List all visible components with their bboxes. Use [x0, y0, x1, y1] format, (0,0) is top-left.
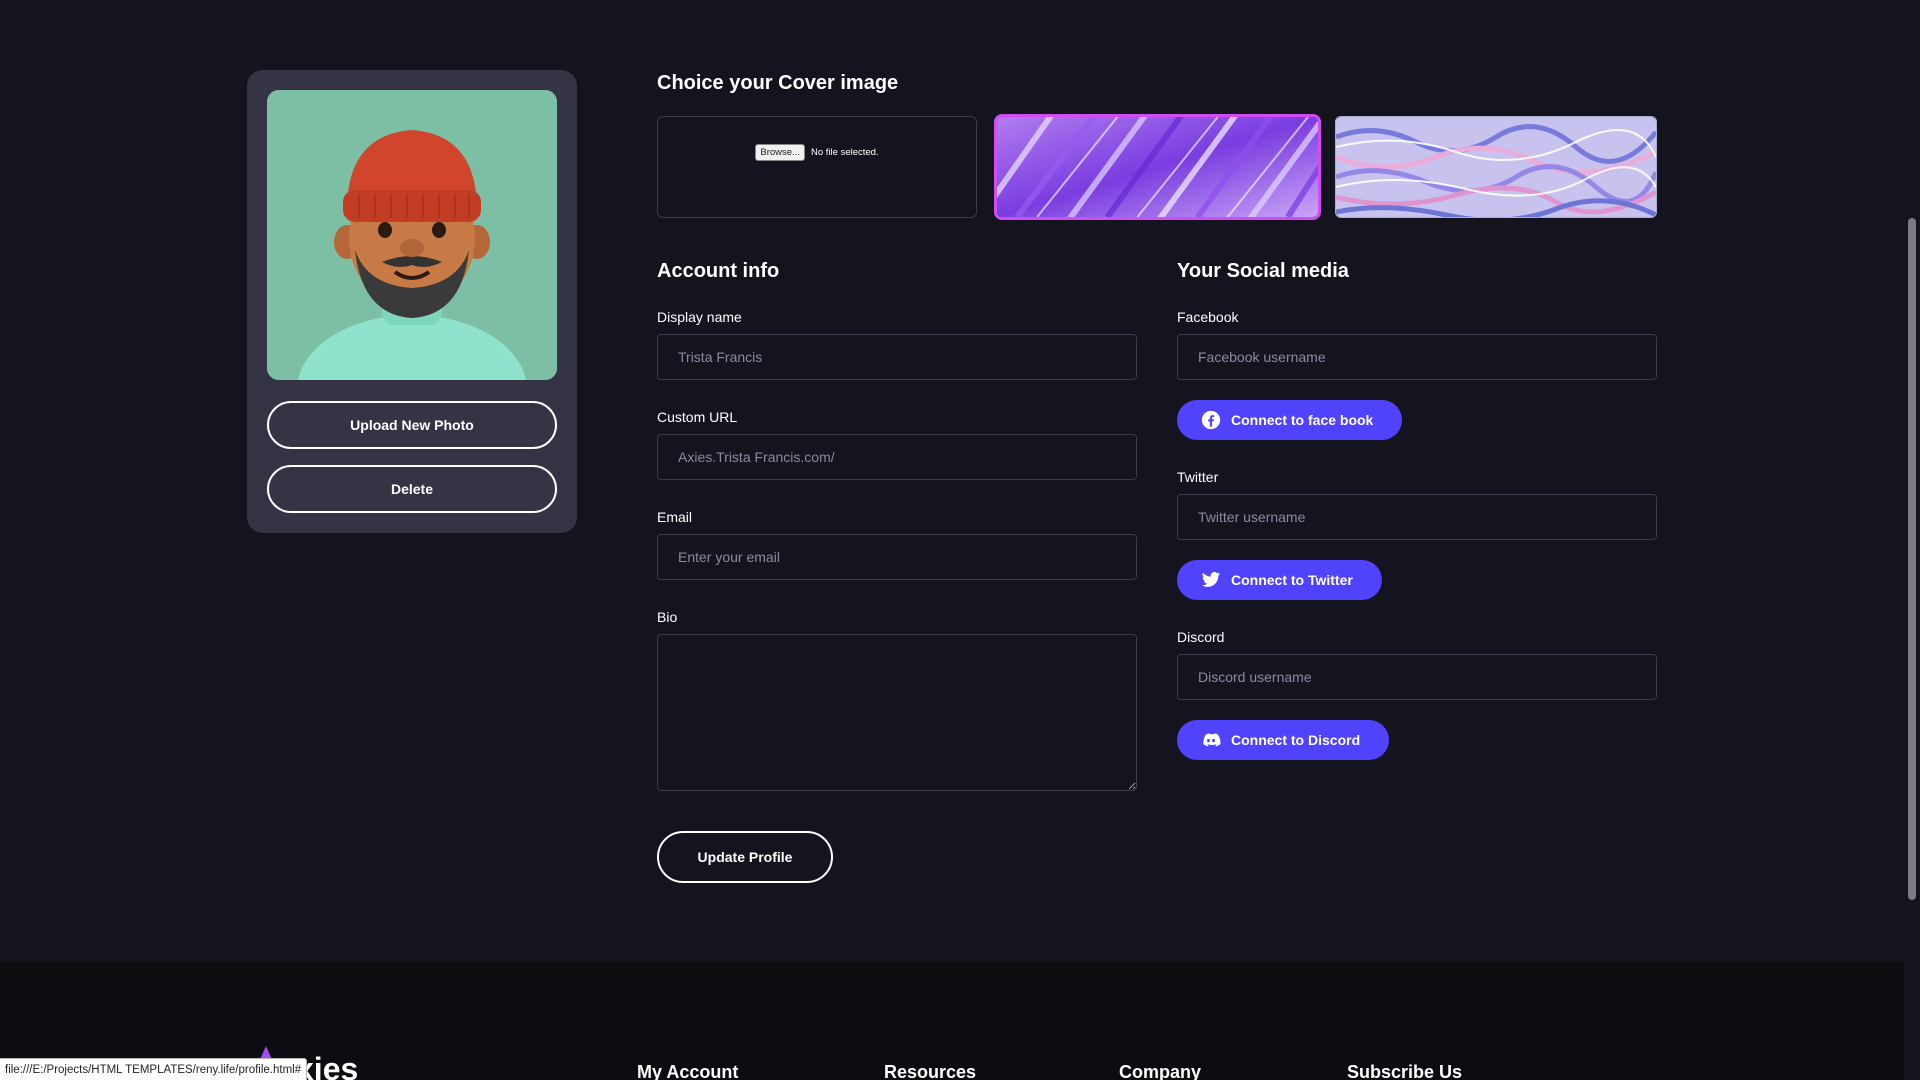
- bio-textarea[interactable]: [657, 634, 1137, 791]
- bio-label: Bio: [657, 609, 678, 625]
- custom-url-label: Custom URL: [657, 409, 738, 425]
- twitter-icon: [1201, 572, 1221, 587]
- footer-resources: Resources: [884, 1062, 977, 1080]
- footer-subscribe: Subscribe Us: [1347, 1062, 1463, 1080]
- connect-facebook-button[interactable]: Connect to face book: [1177, 400, 1403, 440]
- profile-page: Upload New Photo Delete Choice your Cove…: [0, 0, 1904, 1080]
- avatar: [267, 90, 557, 380]
- twitter-label: Twitter: [1177, 469, 1219, 485]
- facebook-input[interactable]: [1177, 334, 1657, 380]
- custom-url-input[interactable]: [657, 434, 1137, 480]
- cover-option-marble[interactable]: [1335, 116, 1657, 218]
- cover-purple-image: [997, 117, 1318, 217]
- cover-upload-box[interactable]: Browse... No file selected.: [657, 116, 977, 218]
- footer-company: Company: [1119, 1062, 1202, 1080]
- connect-discord-button[interactable]: Connect to Discord: [1177, 720, 1390, 760]
- facebook-icon: [1201, 410, 1221, 430]
- cover-title: Choice your Cover image: [657, 72, 899, 94]
- browse-button[interactable]: Browse...: [755, 144, 805, 161]
- connect-facebook-label: Connect to face book: [1231, 412, 1374, 428]
- cover-marble-image: [1336, 117, 1656, 217]
- connect-twitter-label: Connect to Twitter: [1231, 572, 1353, 588]
- facebook-label: Facebook: [1177, 309, 1239, 325]
- social-media-title: Your Social media: [1177, 260, 1349, 282]
- connect-twitter-button[interactable]: Connect to Twitter: [1177, 560, 1382, 600]
- display-name-input[interactable]: [657, 334, 1137, 380]
- discord-label: Discord: [1177, 629, 1225, 645]
- cover-file-input[interactable]: Browse... No file selected.: [755, 144, 879, 161]
- update-profile-button[interactable]: Update Profile: [657, 831, 833, 883]
- twitter-input[interactable]: [1177, 494, 1657, 540]
- page-scrollbar[interactable]: [1904, 0, 1920, 1080]
- upload-photo-button[interactable]: Upload New Photo: [267, 401, 557, 449]
- discord-input[interactable]: [1177, 654, 1657, 700]
- email-input[interactable]: [657, 534, 1137, 580]
- scrollbar-thumb[interactable]: [1908, 218, 1916, 900]
- email-label: Email: [657, 509, 693, 525]
- avatar-card: Upload New Photo Delete: [247, 70, 577, 533]
- delete-photo-button[interactable]: Delete: [267, 465, 557, 513]
- browser-status-url: file:///E:/Projects/HTML TEMPLATES/reny.…: [0, 1058, 308, 1080]
- display-name-label: Display name: [657, 309, 742, 325]
- no-file-label: No file selected.: [811, 147, 879, 158]
- account-info-title: Account info: [657, 260, 780, 282]
- footer-my-account: My Account: [637, 1062, 739, 1080]
- discord-icon: [1203, 733, 1221, 747]
- avatar-illustration: [267, 90, 557, 380]
- connect-discord-label: Connect to Discord: [1231, 732, 1361, 748]
- cover-option-purple[interactable]: [994, 114, 1321, 220]
